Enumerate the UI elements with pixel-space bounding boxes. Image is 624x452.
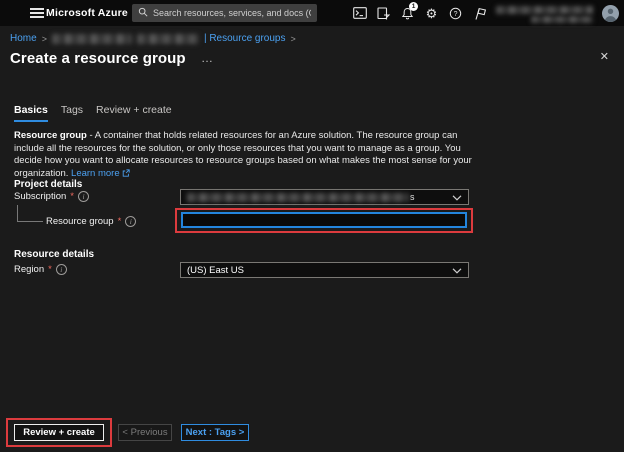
tab-review-create[interactable]: Review + create: [96, 104, 172, 122]
region-label: Region: [14, 264, 44, 275]
feedback-icon[interactable]: [472, 6, 487, 21]
breadcrumb-home-link[interactable]: Home: [10, 33, 37, 44]
required-marker: *: [70, 191, 74, 202]
description-lead: Resource group: [14, 130, 87, 141]
topbar-right-cluster: 1 ⚙ ?: [352, 0, 619, 26]
close-icon[interactable]: ✕: [600, 51, 609, 63]
help-icon[interactable]: ?: [448, 6, 463, 21]
top-bar: Microsoft Azure 1 ⚙ ?: [0, 0, 624, 26]
redacted-breadcrumb-segment-2: [137, 34, 199, 44]
info-icon[interactable]: i: [125, 216, 136, 227]
breadcrumb: Home > | Resource groups >: [10, 33, 296, 44]
resource-group-description: Resource group - A container that holds …: [14, 130, 484, 181]
section-heading-resource-details: Resource details: [14, 249, 94, 260]
subscription-dropdown[interactable]: s: [180, 189, 469, 205]
chevron-down-icon: [452, 261, 462, 279]
resource-group-label: Resource group: [46, 216, 114, 227]
redacted-breadcrumb-segment-1: [52, 34, 132, 44]
settings-gear-icon[interactable]: ⚙: [424, 6, 439, 21]
cloud-shell-icon[interactable]: [352, 6, 367, 21]
global-search[interactable]: [132, 4, 317, 22]
subscription-label-row: Subscription * i: [14, 191, 89, 202]
info-icon[interactable]: i: [78, 191, 89, 202]
resource-group-input[interactable]: [181, 212, 467, 228]
svg-text:?: ?: [454, 11, 458, 18]
subscription-label: Subscription: [14, 191, 66, 202]
breadcrumb-separator: >: [42, 34, 47, 44]
required-marker: *: [48, 264, 52, 275]
brand-microsoft-azure[interactable]: Microsoft Azure: [46, 7, 128, 19]
region-value: (US) East US: [187, 265, 244, 276]
tab-basics[interactable]: Basics: [14, 104, 48, 122]
region-dropdown[interactable]: (US) East US: [180, 262, 469, 278]
notifications-bell-icon[interactable]: 1: [400, 6, 415, 21]
title-more-menu[interactable]: …: [201, 51, 214, 65]
redacted-account-line1: [496, 6, 593, 14]
breadcrumb-separator: >: [290, 34, 295, 44]
search-icon: [138, 4, 148, 22]
tab-tags[interactable]: Tags: [61, 104, 83, 122]
indent-connector-horizontal: [17, 221, 43, 222]
required-marker: *: [118, 216, 122, 227]
avatar[interactable]: [602, 5, 619, 22]
section-heading-project-details: Project details: [14, 179, 82, 190]
info-icon[interactable]: i: [56, 264, 67, 275]
account-name-redacted[interactable]: [496, 3, 593, 23]
previous-button[interactable]: < Previous: [118, 424, 172, 441]
resource-group-label-row: Resource group * i: [46, 216, 136, 227]
review-create-button[interactable]: Review + create: [14, 424, 104, 441]
tab-bar: Basics Tags Review + create: [14, 104, 172, 122]
breadcrumb-resource-groups-link[interactable]: | Resource groups: [204, 33, 286, 44]
search-input[interactable]: [153, 8, 311, 18]
external-link-icon: [122, 169, 130, 182]
page-title: Create a resource group: [10, 50, 186, 67]
hamburger-menu-icon[interactable]: [30, 8, 44, 18]
directory-filter-icon[interactable]: [376, 6, 391, 21]
notification-badge: 1: [409, 2, 418, 11]
redacted-account-line2: [531, 16, 593, 23]
region-label-row: Region * i: [14, 264, 67, 275]
next-tags-button[interactable]: Next : Tags >: [181, 424, 249, 441]
azure-portal-window: Microsoft Azure 1 ⚙ ?: [0, 0, 624, 452]
redacted-subscription-value: [187, 193, 409, 202]
chevron-down-icon: [452, 188, 462, 206]
learn-more-link[interactable]: Learn more: [71, 168, 120, 179]
subscription-value-suffix: s: [410, 192, 415, 202]
indent-connector-vertical: [17, 205, 18, 222]
